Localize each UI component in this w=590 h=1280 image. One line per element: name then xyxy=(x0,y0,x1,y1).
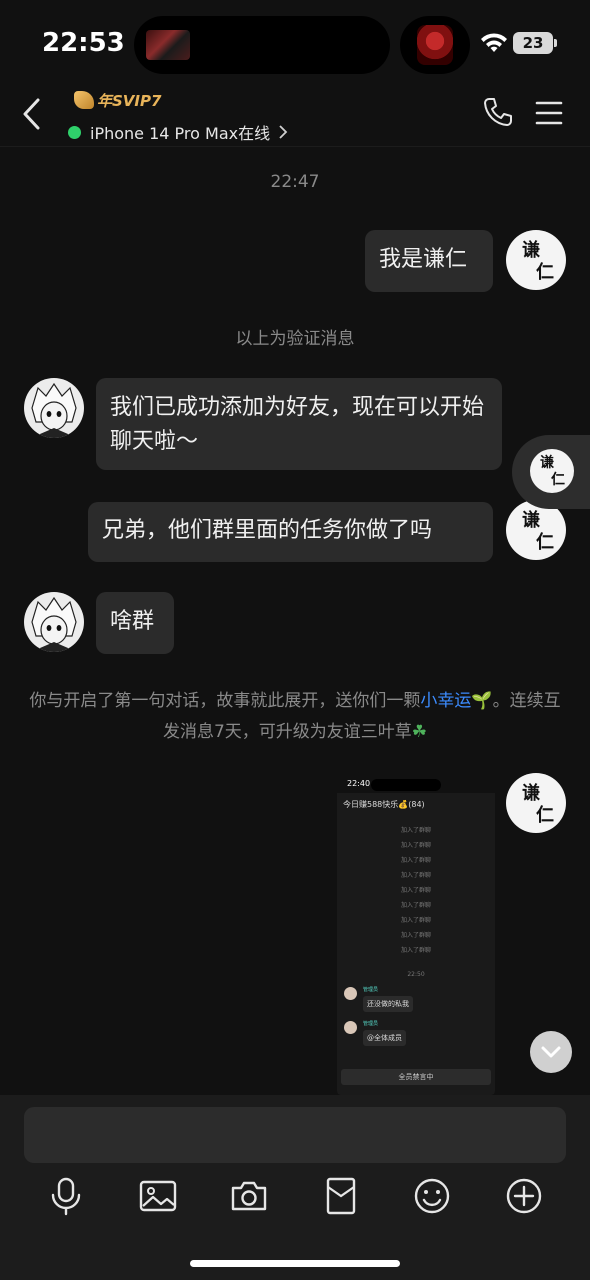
clover-icon: ☘ xyxy=(411,722,428,742)
my-avatar[interactable]: 谦 仁 xyxy=(506,500,566,560)
device-status[interactable]: iPhone 14 Pro Max在线 xyxy=(68,120,288,144)
message-bubble-received[interactable]: 我们已成功添加为好友，现在可以开始聊天啦～ xyxy=(96,378,502,470)
menu-icon[interactable] xyxy=(535,100,563,126)
floating-avatar: 谦 仁 xyxy=(530,449,574,493)
live-activity-avatar xyxy=(417,25,453,65)
shot-group-title: 今日赚588快乐💰(84) xyxy=(343,800,425,809)
shot-avatar xyxy=(344,987,357,1000)
battery-tip xyxy=(554,39,557,47)
status-time: 22:53 xyxy=(42,28,125,58)
message-bubble-sent[interactable]: 我是谦仁 xyxy=(365,230,493,292)
red-packet-icon[interactable] xyxy=(321,1176,361,1216)
dynamic-island-secondary xyxy=(400,16,470,74)
shot-admin-tag: 管理员 xyxy=(363,1021,379,1027)
shot-time: 22:40 xyxy=(347,779,371,788)
plus-icon[interactable] xyxy=(504,1176,544,1216)
friend-avatar[interactable] xyxy=(24,378,84,438)
chevron-right-icon xyxy=(279,125,288,139)
shot-join-line: 加入了群聊 xyxy=(400,947,431,954)
shot-island xyxy=(371,779,441,791)
message-bubble-received[interactable]: 啥群 xyxy=(96,592,174,654)
dynamic-island xyxy=(134,16,390,74)
shot-join-line: 加入了群聊 xyxy=(400,902,431,909)
phone-icon[interactable] xyxy=(482,96,514,130)
shot-join-line: 加入了群聊 xyxy=(400,872,431,879)
battery-indicator: 23 xyxy=(513,32,553,54)
emoji-icon[interactable] xyxy=(412,1176,452,1216)
avatar-glyph-2: 仁 xyxy=(536,262,554,283)
message-input[interactable] xyxy=(24,1107,566,1163)
shot-join-line: 加入了群聊 xyxy=(400,857,431,864)
shot-join-line: 加入了群聊 xyxy=(400,842,431,849)
my-avatar[interactable]: 谦 仁 xyxy=(506,773,566,833)
header-divider xyxy=(0,146,590,147)
svip-badge: 年SVIP7 xyxy=(74,88,161,112)
shot-mute-banner: 全员禁言中 xyxy=(341,1069,491,1085)
online-dot-icon xyxy=(68,125,81,139)
shot-admin-tag: 管理员 xyxy=(363,987,379,993)
message-bubble-sent[interactable]: 兄弟，他们群里面的任务你做了吗 xyxy=(88,502,493,562)
scroll-to-bottom-button[interactable] xyxy=(530,1031,572,1073)
image-message[interactable]: 22:40 今日赚588快乐💰(84) 加入了群聊 加入了群聊 加入了群聊 加入… xyxy=(337,773,495,1095)
chat-timestamp: 22:47 xyxy=(270,172,320,192)
now-playing-thumbnail xyxy=(146,30,190,60)
floating-chat-head[interactable]: 谦 仁 xyxy=(512,435,590,509)
shot-join-line: 加入了群聊 xyxy=(400,917,431,924)
shot-avatar xyxy=(344,1021,357,1034)
microphone-icon[interactable] xyxy=(46,1176,86,1216)
svip-wing-icon xyxy=(74,91,94,109)
shot-message: @全体成员 xyxy=(363,1030,406,1046)
device-status-text: iPhone 14 Pro Max在线 xyxy=(90,124,271,143)
avatar-glyph-2: 仁 xyxy=(536,532,554,553)
anime-avatar-icon xyxy=(31,596,77,652)
sprout-icon: 🌱 xyxy=(471,691,493,711)
friend-avatar[interactable] xyxy=(24,592,84,652)
camera-icon[interactable] xyxy=(229,1176,269,1216)
my-avatar[interactable]: 谦 仁 xyxy=(506,230,566,290)
image-icon[interactable] xyxy=(138,1176,178,1216)
shot-join-line: 加入了群聊 xyxy=(400,827,431,834)
shot-message: 还没做的私我 xyxy=(363,996,413,1012)
wifi-icon xyxy=(481,33,507,52)
lucky-link[interactable]: 小幸运 xyxy=(420,691,471,711)
anime-avatar-icon xyxy=(31,382,77,438)
bonus-prefix: 你与开启了第一句对话，故事就此展开，送你们一颗 xyxy=(29,691,421,711)
avatar-glyph-2: 仁 xyxy=(536,805,554,826)
back-icon[interactable] xyxy=(18,96,48,132)
friendship-bonus-note: 你与开启了第一句对话，故事就此展开，送你们一颗小幸运🌱。连续互发消息7天，可升级… xyxy=(28,686,562,748)
shot-status-bar: 22:40 xyxy=(337,773,495,793)
svip-label: 年SVIP7 xyxy=(97,91,162,110)
avatar-glyph-2: 仁 xyxy=(551,472,565,488)
shot-time2: 22:50 xyxy=(407,971,425,978)
shot-join-line: 加入了群聊 xyxy=(400,932,431,939)
verification-note: 以上为验证消息 xyxy=(235,329,355,349)
shot-join-line: 加入了群聊 xyxy=(400,887,431,894)
home-indicator[interactable] xyxy=(190,1260,400,1267)
chevron-down-icon xyxy=(541,1046,561,1058)
